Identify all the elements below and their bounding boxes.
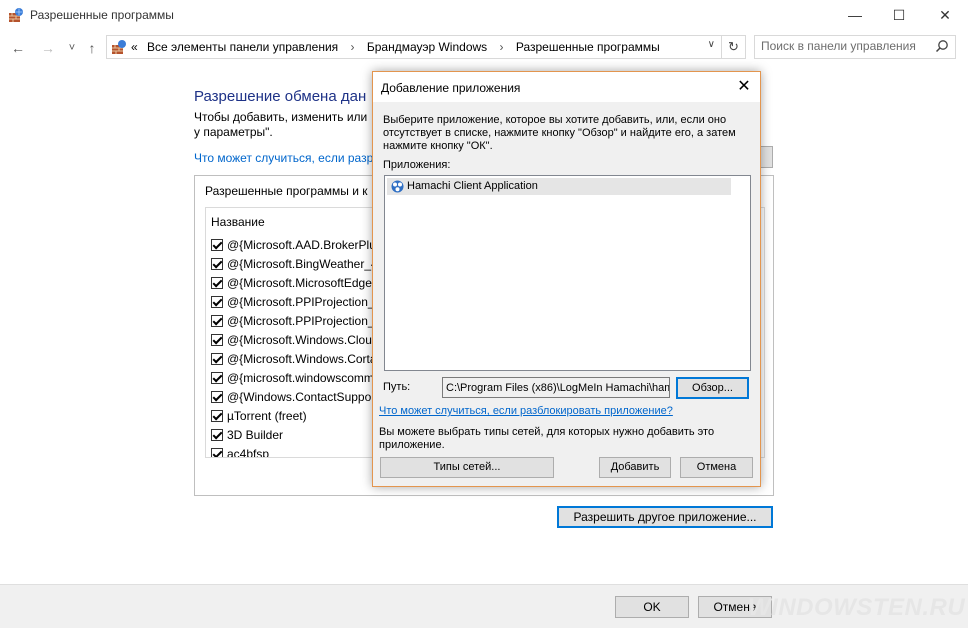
- checkbox[interactable]: [211, 447, 223, 457]
- list-item[interactable]: @{Microsoft.Windows.Corta: [211, 349, 378, 368]
- list-item[interactable]: Hamachi Client Application: [387, 178, 731, 195]
- breadcrumb-item-firewall[interactable]: Брандмауэр Windows: [367, 40, 487, 54]
- checkbox[interactable]: [211, 295, 223, 308]
- checkbox[interactable]: [211, 333, 223, 346]
- program-name: @{microsoft.windowscomm: [227, 370, 374, 385]
- list-item[interactable]: @{Microsoft.PPIProjection_: [211, 292, 378, 311]
- address-bar[interactable]: « Все элементы панели управления › Бранд…: [106, 35, 746, 59]
- window-titlebar: Разрешенные программы — ☐ ✕: [0, 0, 968, 30]
- list-item[interactable]: @{Microsoft.BingWeather_4: [211, 254, 378, 273]
- group-label: Разрешенные программы и к: [205, 184, 368, 198]
- close-button[interactable]: ✕: [922, 0, 968, 30]
- add-button[interactable]: Добавить: [599, 457, 671, 478]
- checkbox[interactable]: [211, 371, 223, 384]
- maximize-button[interactable]: ☐: [876, 0, 922, 30]
- list-item[interactable]: @{Windows.ContactSuppor: [211, 387, 378, 406]
- program-name: 3D Builder: [227, 427, 284, 442]
- search-icon[interactable]: [935, 39, 949, 53]
- checkbox[interactable]: [211, 276, 223, 289]
- app-name: Hamachi Client Application: [407, 180, 538, 192]
- page-title: Разрешение обмена дан: [194, 88, 367, 105]
- network-types-button[interactable]: Типы сетей...: [380, 457, 554, 478]
- list-item[interactable]: @{Microsoft.Windows.Clou: [211, 330, 378, 349]
- search-input[interactable]: [761, 39, 931, 53]
- control-panel-icon: [112, 40, 126, 54]
- back-arrow-icon[interactable]: ←: [8, 38, 28, 58]
- breadcrumb-separator-icon[interactable]: ›: [342, 40, 364, 54]
- list-item[interactable]: @{Microsoft.MicrosoftEdge: [211, 273, 378, 292]
- dialog-instruction: Выберите приложение, которое вы хотите д…: [383, 114, 736, 152]
- browse-button[interactable]: Обзор...: [676, 377, 749, 399]
- dialog-cancel-button[interactable]: Отмена: [680, 457, 753, 478]
- watermark: WINDOWSTEN.RU: [748, 594, 966, 621]
- checkbox[interactable]: [211, 257, 223, 270]
- add-app-dialog: Добавление приложения ✕ Выберите приложе…: [372, 71, 761, 487]
- forward-arrow-icon[interactable]: →: [38, 38, 58, 58]
- hamachi-icon: [391, 180, 404, 193]
- breadcrumb-item-allowed-programs[interactable]: Разрешенные программы: [516, 40, 660, 54]
- dialog-close-icon[interactable]: ✕: [728, 72, 760, 102]
- list-item[interactable]: @{Microsoft.AAD.BrokerPlu: [211, 235, 378, 254]
- search-box[interactable]: [754, 35, 956, 59]
- dialog-titlebar: Добавление приложения ✕: [373, 72, 760, 102]
- list-item[interactable]: µTorrent (freet): [211, 406, 378, 425]
- recent-locations-chevron-icon[interactable]: ˅: [62, 38, 82, 58]
- firewall-icon: [9, 8, 23, 22]
- checkbox[interactable]: [211, 428, 223, 441]
- up-arrow-icon[interactable]: ↑: [82, 38, 102, 58]
- program-name: @{Microsoft.MicrosoftEdge: [227, 275, 372, 290]
- breadcrumb-separator-icon[interactable]: ›: [491, 40, 513, 54]
- list-item[interactable]: 3D Builder: [211, 425, 378, 444]
- program-name: ac4bfsp: [227, 446, 270, 458]
- checkbox[interactable]: [211, 409, 223, 422]
- apps-list[interactable]: Hamachi Client Application: [384, 175, 751, 371]
- unblock-risk-link[interactable]: Что может случиться, если разблокировать…: [379, 405, 673, 417]
- program-name: @{Microsoft.Windows.Corta: [227, 351, 377, 366]
- program-name: @{Windows.ContactSuppor: [227, 389, 376, 404]
- apps-label: Приложения:: [383, 159, 451, 171]
- minimize-button[interactable]: —: [832, 0, 878, 30]
- window-title: Разрешенные программы: [30, 8, 174, 22]
- allow-other-app-button[interactable]: Разрешить другое приложение...: [557, 506, 773, 528]
- program-name: @{Microsoft.Windows.Clou: [227, 332, 372, 347]
- dialog-title: Добавление приложения: [381, 81, 521, 95]
- program-name: @{Microsoft.PPIProjection_: [227, 294, 375, 309]
- list-item[interactable]: @{Microsoft.PPIProjection_: [211, 311, 378, 330]
- list-item[interactable]: ac4bfsp: [211, 444, 378, 458]
- list-item[interactable]: @{microsoft.windowscomm: [211, 368, 378, 387]
- program-name: @{Microsoft.AAD.BrokerPlu: [227, 237, 376, 252]
- breadcrumb-item-control-panel[interactable]: Все элементы панели управления: [141, 40, 338, 54]
- checkbox[interactable]: [211, 352, 223, 365]
- path-field[interactable]: [442, 377, 670, 398]
- risk-link[interactable]: Что может случиться, если разр: [194, 151, 373, 165]
- address-dropdown-icon[interactable]: ∨: [708, 39, 715, 50]
- ok-button[interactable]: OK: [615, 596, 689, 618]
- column-header-name[interactable]: Название: [211, 215, 265, 229]
- footer-bar: OK Отмена WINDOWSTEN.RU: [0, 584, 968, 628]
- program-name: @{Microsoft.BingWeather_4: [227, 256, 378, 271]
- path-label: Путь:: [383, 381, 411, 393]
- breadcrumb: « Все элементы панели управления › Бранд…: [131, 40, 660, 54]
- checkbox[interactable]: [211, 390, 223, 403]
- program-name: µTorrent (freet): [227, 408, 307, 423]
- page-description: Чтобы добавить, изменить или у параметры…: [194, 110, 368, 139]
- breadcrumb-overflow[interactable]: «: [131, 40, 138, 54]
- program-name: @{Microsoft.PPIProjection_: [227, 313, 375, 328]
- checkbox[interactable]: [211, 314, 223, 327]
- checkbox[interactable]: [211, 238, 223, 251]
- refresh-icon[interactable]: ↻: [721, 36, 745, 58]
- network-types-text: Вы можете выбрать типы сетей, для которы…: [379, 426, 715, 451]
